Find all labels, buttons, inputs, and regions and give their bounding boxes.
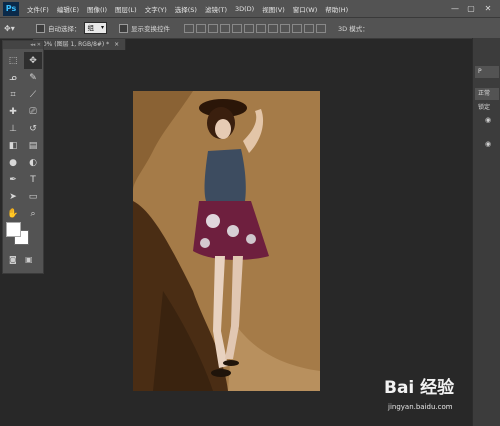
menu-image[interactable]: 图像(I)	[83, 4, 111, 14]
document-image	[133, 91, 320, 391]
eyedropper-icon[interactable]: ⟋	[24, 86, 42, 103]
restore-button[interactable]: ▢	[464, 2, 478, 14]
align-right-icon[interactable]	[244, 23, 254, 33]
brush-icon[interactable]: ⎚	[24, 103, 42, 120]
auto-select-dropdown[interactable]: 组	[83, 22, 107, 34]
menu-window[interactable]: 窗口(W)	[289, 4, 322, 14]
3d-mode-label: 3D 模式：	[338, 25, 369, 33]
layers-filter[interactable]: P	[475, 66, 499, 78]
history-brush-icon[interactable]: ↺	[24, 120, 42, 137]
move-tool-preset-icon[interactable]: ✥▾	[4, 21, 30, 35]
distribute-vcenter-icon[interactable]	[268, 23, 278, 33]
menu-filter[interactable]: 滤镜(T)	[201, 4, 231, 14]
gradient-icon[interactable]: ▤	[24, 137, 42, 154]
show-transform-checkbox[interactable]	[119, 23, 128, 33]
eraser-icon[interactable]: ◧	[4, 137, 22, 154]
document-tab-close[interactable]: ×	[114, 41, 119, 48]
type-icon[interactable]: T	[24, 171, 42, 188]
zoom-icon[interactable]: ⌕	[24, 205, 42, 222]
photoshop-logo: Ps	[3, 1, 19, 16]
document-tab[interactable]: 50% (图层 1, RGB/8#) * ×	[33, 39, 127, 50]
menu-3d[interactable]: 3D(D)	[231, 5, 258, 13]
menu-view[interactable]: 视图(V)	[258, 4, 289, 14]
menu-select[interactable]: 选择(S)	[171, 4, 201, 14]
crop-icon[interactable]: ⌗	[4, 86, 22, 103]
align-left-icon[interactable]	[220, 23, 230, 33]
menu-type[interactable]: 文字(Y)	[141, 4, 171, 14]
distribute-top-icon[interactable]	[256, 23, 266, 33]
watermark: Bai 经验 jingyan.baidu.com	[382, 370, 497, 422]
fashion-photo	[133, 91, 320, 391]
options-bar: ✥▾ 自动选择： 组 显示变换控件 3D 模式：	[0, 18, 500, 39]
menu-bar: Ps 文件(F) 编辑(E) 图像(I) 图层(L) 文字(Y) 选择(S) 滤…	[0, 0, 500, 18]
lock-label: 锁定	[478, 104, 491, 111]
blur-icon[interactable]: ●	[4, 154, 22, 171]
dodge-icon[interactable]: ◐	[24, 154, 42, 171]
move-icon[interactable]: ✥	[24, 52, 42, 69]
align-bottom-icon[interactable]	[208, 23, 218, 33]
auto-select-label: 自动选择：	[48, 25, 81, 33]
shape-icon[interactable]: ▭	[24, 188, 42, 205]
menu-edit[interactable]: 编辑(E)	[53, 4, 83, 14]
foreground-color-swatch[interactable]	[6, 222, 21, 237]
align-top-icon[interactable]	[184, 23, 194, 33]
baidu-jingyan-logo: Bai 经验	[384, 378, 455, 398]
menu-help[interactable]: 帮助(H)	[321, 4, 352, 14]
align-vcenter-icon[interactable]	[196, 23, 206, 33]
pen-icon[interactable]: ✒	[4, 171, 22, 188]
layer-visibility-eye-icon[interactable]: ◉	[485, 140, 495, 148]
screen-mode-icon[interactable]: ▣	[25, 255, 33, 264]
distribute-bottom-icon[interactable]	[280, 23, 290, 33]
show-transform-label: 显示变换控件	[131, 25, 170, 33]
blend-mode-dropdown[interactable]: 正常	[475, 88, 499, 100]
right-panel: P 正常 锁定	[472, 38, 500, 426]
stamp-icon[interactable]: ⊥	[4, 120, 22, 137]
quick-select-icon[interactable]: ✎	[24, 69, 42, 86]
menu-file[interactable]: 文件(F)	[23, 4, 53, 14]
auto-select-checkbox[interactable]	[36, 23, 45, 33]
distribute-right-icon[interactable]	[316, 23, 326, 33]
align-buttons	[184, 23, 328, 33]
watermark-url: jingyan.baidu.com	[388, 403, 453, 411]
layer-visibility-eye-icon[interactable]: ◉	[485, 116, 495, 124]
healing-icon[interactable]: ✚	[4, 103, 22, 120]
hand-icon[interactable]: ✋	[4, 205, 22, 222]
document-tab-label: 50% (图层 1, RGB/8#) *	[39, 41, 110, 48]
distribute-left-icon[interactable]	[292, 23, 302, 33]
lasso-icon[interactable]: ᓄ	[4, 69, 22, 86]
minimize-button[interactable]: —	[448, 2, 462, 14]
align-hcenter-icon[interactable]	[232, 23, 242, 33]
distribute-hcenter-icon[interactable]	[304, 23, 314, 33]
marquee-icon[interactable]: ⬚	[4, 52, 22, 69]
toolbox-header[interactable]: ◂◂ ✕	[3, 41, 43, 49]
close-button[interactable]: ✕	[481, 2, 495, 14]
menu-layer[interactable]: 图层(L)	[111, 4, 141, 14]
path-select-icon[interactable]: ➤	[4, 188, 22, 205]
quick-mask-icon[interactable]: ◙	[9, 255, 17, 264]
